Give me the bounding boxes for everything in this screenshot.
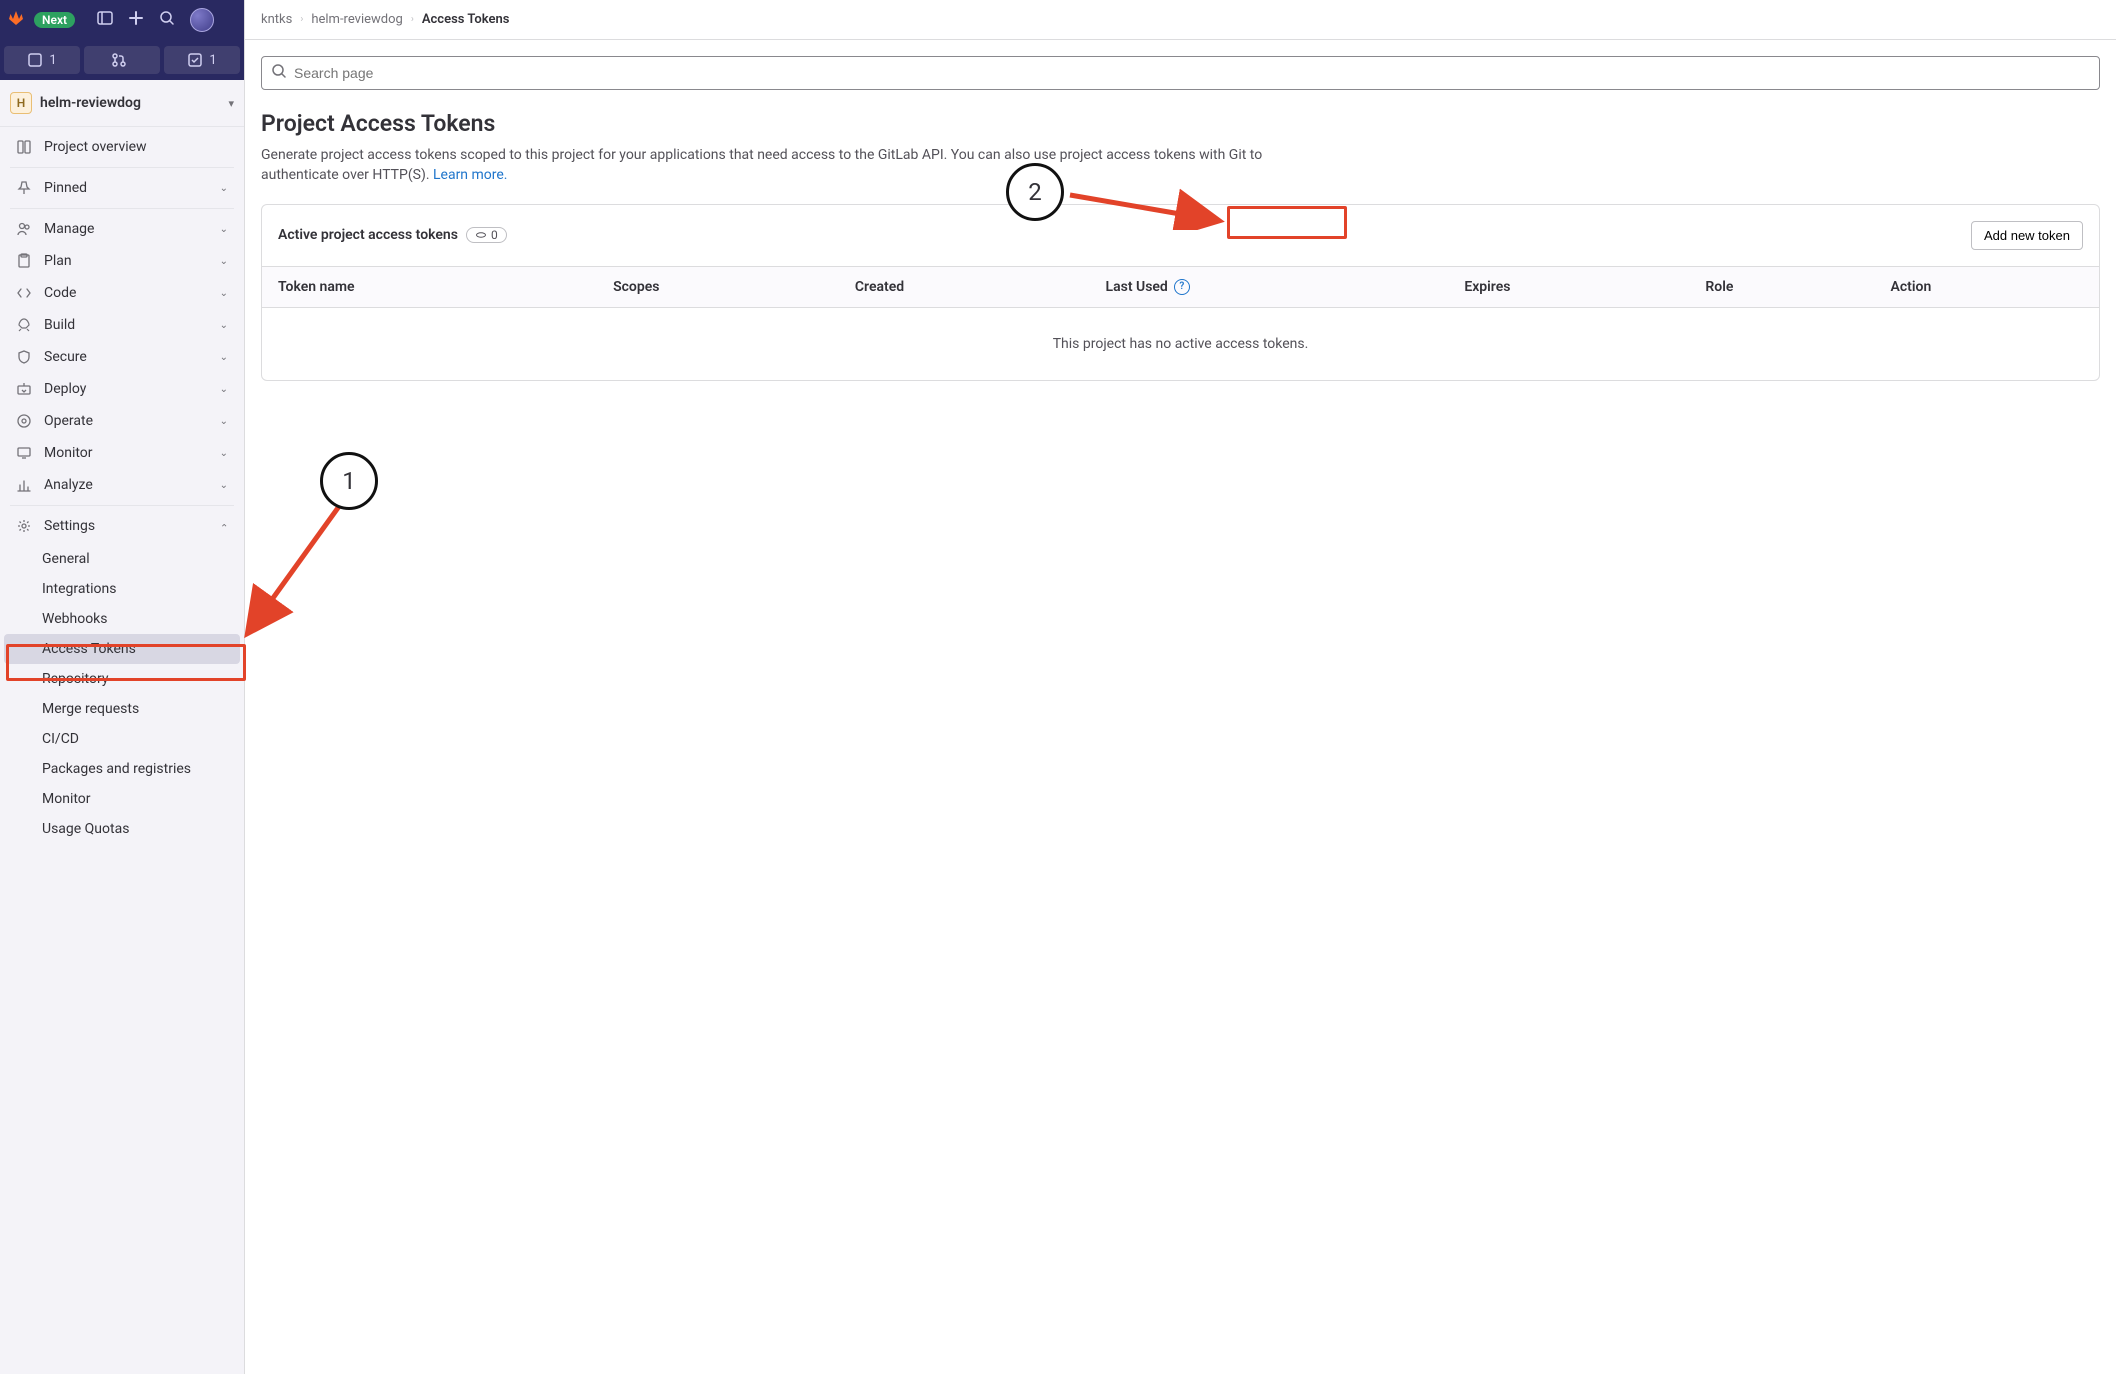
todos-counter[interactable]: 1 xyxy=(164,46,240,74)
chevron-down-icon: ⌄ xyxy=(220,448,228,459)
sidebar-nav: Project overview Pinned ⌄ Manage ⌄ Plan … xyxy=(0,127,244,850)
learn-more-link[interactable]: Learn more. xyxy=(433,167,508,183)
sub-merge-requests[interactable]: Merge requests xyxy=(4,694,240,724)
nav-monitor[interactable]: Monitor ⌄ xyxy=(4,437,240,469)
issues-counter[interactable]: 1 xyxy=(4,46,80,74)
sub-general[interactable]: General xyxy=(4,544,240,574)
nav-deploy[interactable]: Deploy ⌄ xyxy=(4,373,240,405)
sub-monitor[interactable]: Monitor xyxy=(4,784,240,814)
breadcrumb-root[interactable]: kntks xyxy=(261,12,292,27)
chevron-down-icon: ⌄ xyxy=(220,352,228,363)
sub-repository[interactable]: Repository xyxy=(4,664,240,694)
sidebar-counters: 1 1 xyxy=(0,40,244,80)
code-icon xyxy=(16,285,32,301)
page-title: Project Access Tokens xyxy=(261,110,2100,137)
search-icon[interactable] xyxy=(159,10,175,30)
help-icon[interactable]: ? xyxy=(1174,279,1190,295)
sub-usage-quotas[interactable]: Usage Quotas xyxy=(4,814,240,844)
col-last-used: Last Used ? xyxy=(1090,266,1449,307)
rocket-icon xyxy=(16,317,32,333)
tokens-card-header: Active project access tokens 0 Add new t… xyxy=(262,205,2099,266)
sub-integrations[interactable]: Integrations xyxy=(4,574,240,604)
chevron-down-icon: ⌄ xyxy=(220,384,228,395)
tokens-count-badge: 0 xyxy=(466,227,507,243)
tokens-table: Token name Scopes Created Last Used ? Ex… xyxy=(262,266,2099,380)
gitlab-logo-icon[interactable] xyxy=(8,10,24,31)
nav-operate[interactable]: Operate ⌄ xyxy=(4,405,240,437)
clipboard-icon xyxy=(16,253,32,269)
shield-icon xyxy=(16,349,32,365)
main-content: kntks › helm-reviewdog › Access Tokens P… xyxy=(245,0,2116,1374)
nav-pinned[interactable]: Pinned ⌄ xyxy=(4,172,240,204)
next-badge[interactable]: Next xyxy=(34,12,75,28)
chevron-down-icon: ▾ xyxy=(228,97,234,110)
issues-count: 1 xyxy=(49,53,56,68)
project-letter: H xyxy=(10,92,32,114)
chevron-down-icon: ⌄ xyxy=(220,183,228,194)
col-created: Created xyxy=(839,266,1090,307)
nav-analyze[interactable]: Analyze ⌄ xyxy=(4,469,240,501)
nav-manage[interactable]: Manage ⌄ xyxy=(4,213,240,245)
chevron-down-icon: ⌄ xyxy=(220,480,228,491)
nav-project-overview[interactable]: Project overview xyxy=(4,131,240,163)
col-scopes: Scopes xyxy=(597,266,839,307)
project-icon xyxy=(16,139,32,155)
monitor-icon xyxy=(16,445,32,461)
nav-secure[interactable]: Secure ⌄ xyxy=(4,341,240,373)
sidebar-topbar: Next xyxy=(0,0,244,40)
todos-count: 1 xyxy=(209,53,216,68)
col-role: Role xyxy=(1689,266,1874,307)
page-description: Generate project access tokens scoped to… xyxy=(261,145,1311,186)
tokens-card: Active project access tokens 0 Add new t… xyxy=(261,204,2100,381)
sub-access-tokens[interactable]: Access Tokens xyxy=(4,634,240,664)
col-action: Action xyxy=(1875,266,2099,307)
gear-icon xyxy=(16,518,32,534)
nav-plan[interactable]: Plan ⌄ xyxy=(4,245,240,277)
nav-build[interactable]: Build ⌄ xyxy=(4,309,240,341)
chevron-down-icon: ⌄ xyxy=(220,256,228,267)
chevron-up-icon: ⌄ xyxy=(220,521,228,532)
plus-icon[interactable] xyxy=(128,10,144,30)
nav-code[interactable]: Code ⌄ xyxy=(4,277,240,309)
settings-submenu: General Integrations Webhooks Access Tok… xyxy=(0,542,244,846)
sidebar-toggle-icon[interactable] xyxy=(97,10,113,30)
breadcrumb-current: Access Tokens xyxy=(422,12,510,27)
sub-webhooks[interactable]: Webhooks xyxy=(4,604,240,634)
users-icon xyxy=(16,221,32,237)
project-name: helm-reviewdog xyxy=(40,95,220,111)
breadcrumb-project[interactable]: helm-reviewdog xyxy=(311,12,402,27)
merge-requests-counter[interactable] xyxy=(84,46,160,74)
table-header-row: Token name Scopes Created Last Used ? Ex… xyxy=(262,266,2099,307)
deploy-icon xyxy=(16,381,32,397)
operate-icon xyxy=(16,413,32,429)
empty-state-row: This project has no active access tokens… xyxy=(262,307,2099,380)
sub-packages[interactable]: Packages and registries xyxy=(4,754,240,784)
search-icon xyxy=(271,63,287,83)
empty-message: This project has no active access tokens… xyxy=(262,307,2099,380)
breadcrumb: kntks › helm-reviewdog › Access Tokens xyxy=(245,0,2116,40)
col-expires: Expires xyxy=(1448,266,1689,307)
user-avatar[interactable] xyxy=(190,8,214,32)
chevron-down-icon: ⌄ xyxy=(220,288,228,299)
project-header[interactable]: H helm-reviewdog ▾ xyxy=(0,80,244,127)
chevron-down-icon: ⌄ xyxy=(220,224,228,235)
nav-settings[interactable]: Settings ⌄ xyxy=(4,510,240,542)
pin-icon xyxy=(16,180,32,196)
chevron-down-icon: ⌄ xyxy=(220,320,228,331)
sub-cicd[interactable]: CI/CD xyxy=(4,724,240,754)
search-page xyxy=(261,56,2100,90)
chevron-right-icon: › xyxy=(411,14,414,25)
chevron-right-icon: › xyxy=(300,14,303,25)
sidebar: Next 1 xyxy=(0,0,245,1374)
chevron-down-icon: ⌄ xyxy=(220,416,228,427)
chart-icon xyxy=(16,477,32,493)
add-new-token-button[interactable]: Add new token xyxy=(1971,221,2083,250)
tokens-header-label: Active project access tokens xyxy=(278,227,458,243)
search-input[interactable] xyxy=(261,56,2100,90)
col-token-name: Token name xyxy=(262,266,597,307)
